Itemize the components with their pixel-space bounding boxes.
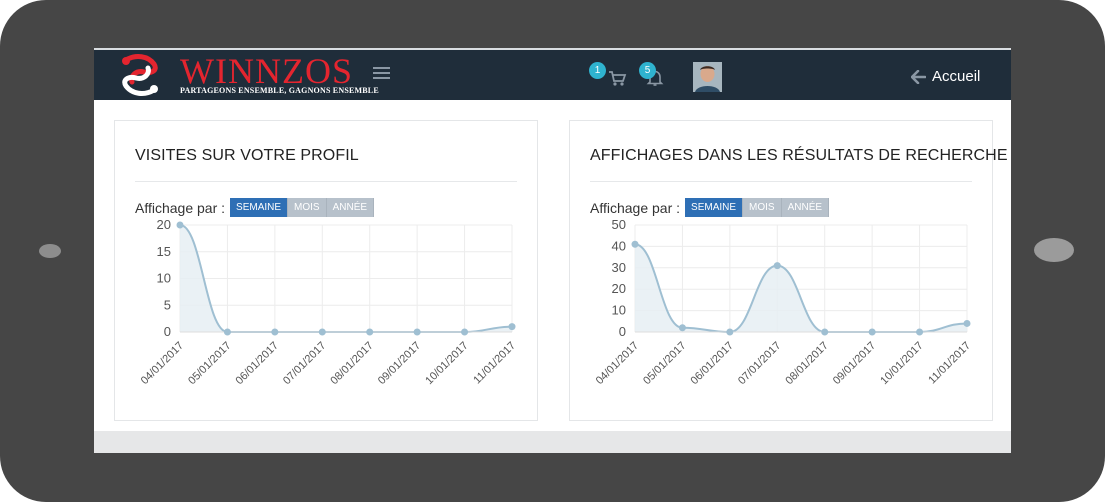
data-point (318, 328, 326, 336)
x-tick-label: 08/01/2017 (783, 340, 830, 387)
y-tick-label: 20 (157, 217, 171, 232)
menu-toggle-icon[interactable] (373, 67, 390, 80)
year-button[interactable]: ANNÉE (326, 198, 375, 217)
x-tick-label: 06/01/2017 (689, 340, 736, 387)
data-point (773, 262, 781, 270)
y-tick-label: 10 (157, 271, 171, 286)
arrow-left-icon (911, 69, 926, 84)
x-tick-label: 10/01/2017 (878, 340, 925, 387)
y-tick-label: 40 (612, 238, 626, 253)
cart-icon[interactable] (607, 68, 627, 88)
x-tick-label: 11/01/2017 (471, 340, 518, 387)
search-impressions-card: AFFICHAGES DANS LES RÉSULTATS DE RECHERC… (569, 120, 1008, 421)
data-point (916, 328, 924, 336)
y-tick-label: 30 (612, 260, 626, 275)
x-tick-label: 07/01/2017 (736, 340, 783, 387)
data-point (223, 328, 231, 336)
search-impressions-chart: 0 10 20 30 40 50 04/01/2017 05/01/2017 06/01/201… (594, 217, 973, 387)
profile-visits-chart: 0 5 10 15 20 04/01/2017 05/01/2017 06/01/2017 07… (139, 217, 518, 387)
filter-label: Affichage par : (135, 199, 226, 216)
data-point (271, 328, 279, 336)
y-tick-label: 50 (612, 217, 626, 232)
data-point (461, 328, 469, 336)
data-point (508, 323, 516, 331)
cart-count-badge: 1 (589, 62, 606, 79)
week-button[interactable]: SEMAINE (230, 198, 289, 217)
x-tick-label: 09/01/2017 (831, 340, 878, 387)
month-button[interactable]: MOIS (288, 198, 327, 217)
footer-bar (94, 431, 1011, 453)
card-title: AFFICHAGES DANS LES RÉSULTATS DE RECHERC… (590, 147, 1008, 164)
period-button-group: SEMAINE MOIS ANNÉE (230, 198, 375, 217)
filter-label: Affichage par : (590, 199, 681, 216)
x-tick-label: 07/01/2017 (281, 340, 328, 387)
x-tick-label: 09/01/2017 (376, 340, 423, 387)
x-tick-label: 05/01/2017 (186, 340, 233, 387)
y-tick-label: 10 (612, 303, 626, 318)
x-tick-label: 08/01/2017 (328, 340, 375, 387)
x-tick-label: 11/01/2017 (926, 340, 973, 387)
data-point (963, 319, 971, 327)
month-button[interactable]: MOIS (743, 198, 782, 217)
data-point (413, 328, 421, 336)
period-filter: Affichage par : SEMAINE MOIS ANNÉE (135, 198, 375, 217)
divider (135, 181, 517, 182)
data-point (821, 328, 829, 336)
dashboard-content: VISITES SUR VOTRE PROFIL Affichage par :… (94, 100, 1011, 431)
tablet-frame: WINNZOS PARTAGEONS ENSEMBLE, GAGNONS ENS… (0, 0, 1105, 502)
y-tick-label: 0 (164, 324, 171, 339)
data-point (176, 221, 184, 229)
y-tick-label: 5 (164, 297, 171, 312)
card-title: VISITES SUR VOTRE PROFIL (135, 147, 359, 164)
y-tick-label: 0 (619, 324, 626, 339)
x-tick-label: 04/01/2017 (594, 340, 641, 387)
user-avatar[interactable] (693, 62, 722, 92)
data-point (726, 328, 734, 336)
top-navbar: WINNZOS PARTAGEONS ENSEMBLE, GAGNONS ENS… (94, 48, 1011, 100)
y-tick-label: 15 (157, 244, 171, 259)
data-point (678, 324, 686, 332)
home-link-label: Accueil (932, 68, 981, 85)
tablet-camera (39, 244, 61, 258)
tablet-home-button (1034, 238, 1074, 262)
year-button[interactable]: ANNÉE (781, 198, 830, 217)
x-tick-label: 06/01/2017 (234, 340, 281, 387)
period-filter: Affichage par : SEMAINE MOIS ANNÉE (590, 198, 830, 217)
data-point (366, 328, 374, 336)
data-point (868, 328, 876, 336)
x-tick-label: 05/01/2017 (641, 340, 688, 387)
brand-name[interactable]: WINNZOS (180, 52, 353, 90)
series-area (635, 244, 967, 332)
brand-logo-icon[interactable] (118, 52, 162, 98)
notifications-count-badge: 5 (639, 62, 656, 79)
brand-tagline: PARTAGEONS ENSEMBLE, GAGNONS ENSEMBLE (180, 86, 379, 95)
x-tick-label: 04/01/2017 (139, 340, 186, 387)
week-button[interactable]: SEMAINE (685, 198, 744, 217)
y-tick-label: 20 (612, 281, 626, 296)
period-button-group: SEMAINE MOIS ANNÉE (685, 198, 830, 217)
chart-grid (179, 224, 513, 333)
profile-visits-card: VISITES SUR VOTRE PROFIL Affichage par :… (114, 120, 538, 421)
home-link[interactable]: Accueil (911, 68, 980, 85)
screen: WINNZOS PARTAGEONS ENSEMBLE, GAGNONS ENS… (94, 48, 1011, 453)
data-point (631, 240, 639, 248)
x-tick-label: 10/01/2017 (423, 340, 470, 387)
divider (590, 181, 972, 182)
